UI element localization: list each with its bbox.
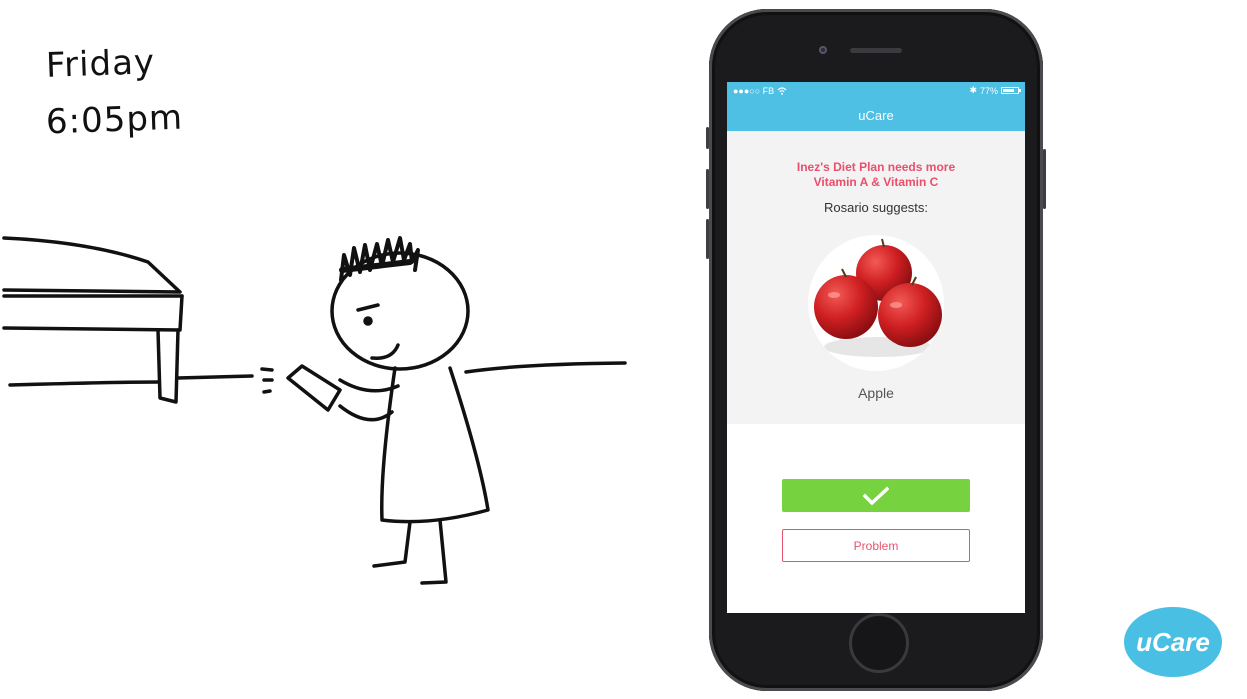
mute-switch — [706, 127, 709, 149]
wifi-icon — [777, 86, 787, 95]
problem-button[interactable]: Problem — [782, 529, 970, 562]
bluetooth-icon: ✱ — [969, 85, 977, 95]
status-bar: ●●●○○ FB ✱ 77% — [727, 82, 1025, 99]
ucare-logo: uCare — [1124, 607, 1222, 677]
battery-percent: 77% — [979, 85, 998, 96]
handwritten-day: Friday — [45, 42, 156, 86]
battery-icon — [1001, 87, 1021, 94]
phone-screen: ●●●○○ FB ✱ 77% uCare Inez's Diet Plan ne… — [727, 82, 1025, 613]
nav-title: uCare — [858, 107, 894, 123]
alert-line-1: Inez's Diet Plan needs more — [796, 160, 956, 174]
apple-image — [808, 235, 944, 371]
front-camera — [819, 46, 827, 54]
confirm-button[interactable] — [782, 479, 970, 512]
volume-up-button — [706, 169, 709, 209]
checkmark-icon — [863, 486, 889, 505]
suggestion-heading: Rosario suggests: — [823, 200, 929, 215]
diet-alert: Inez's Diet Plan needs more Vitamin A & … — [727, 131, 1025, 190]
logo-text: uCare — [1136, 626, 1210, 657]
handwritten-time: 6:05pm — [45, 97, 184, 143]
suggestion-card: Inez's Diet Plan needs more Vitamin A & … — [727, 131, 1025, 424]
nav-bar: uCare — [727, 99, 1025, 131]
earpiece — [850, 48, 902, 53]
volume-down-button — [706, 219, 709, 259]
home-button[interactable] — [849, 613, 909, 673]
food-name: Apple — [858, 385, 894, 401]
carrier-label: ●●●○○ FB — [733, 85, 775, 96]
phone-mockup: ●●●○○ FB ✱ 77% uCare Inez's Diet Plan ne… — [706, 9, 1046, 691]
alert-line-2: Vitamin A & Vitamin C — [813, 175, 939, 189]
power-button — [1043, 149, 1046, 209]
